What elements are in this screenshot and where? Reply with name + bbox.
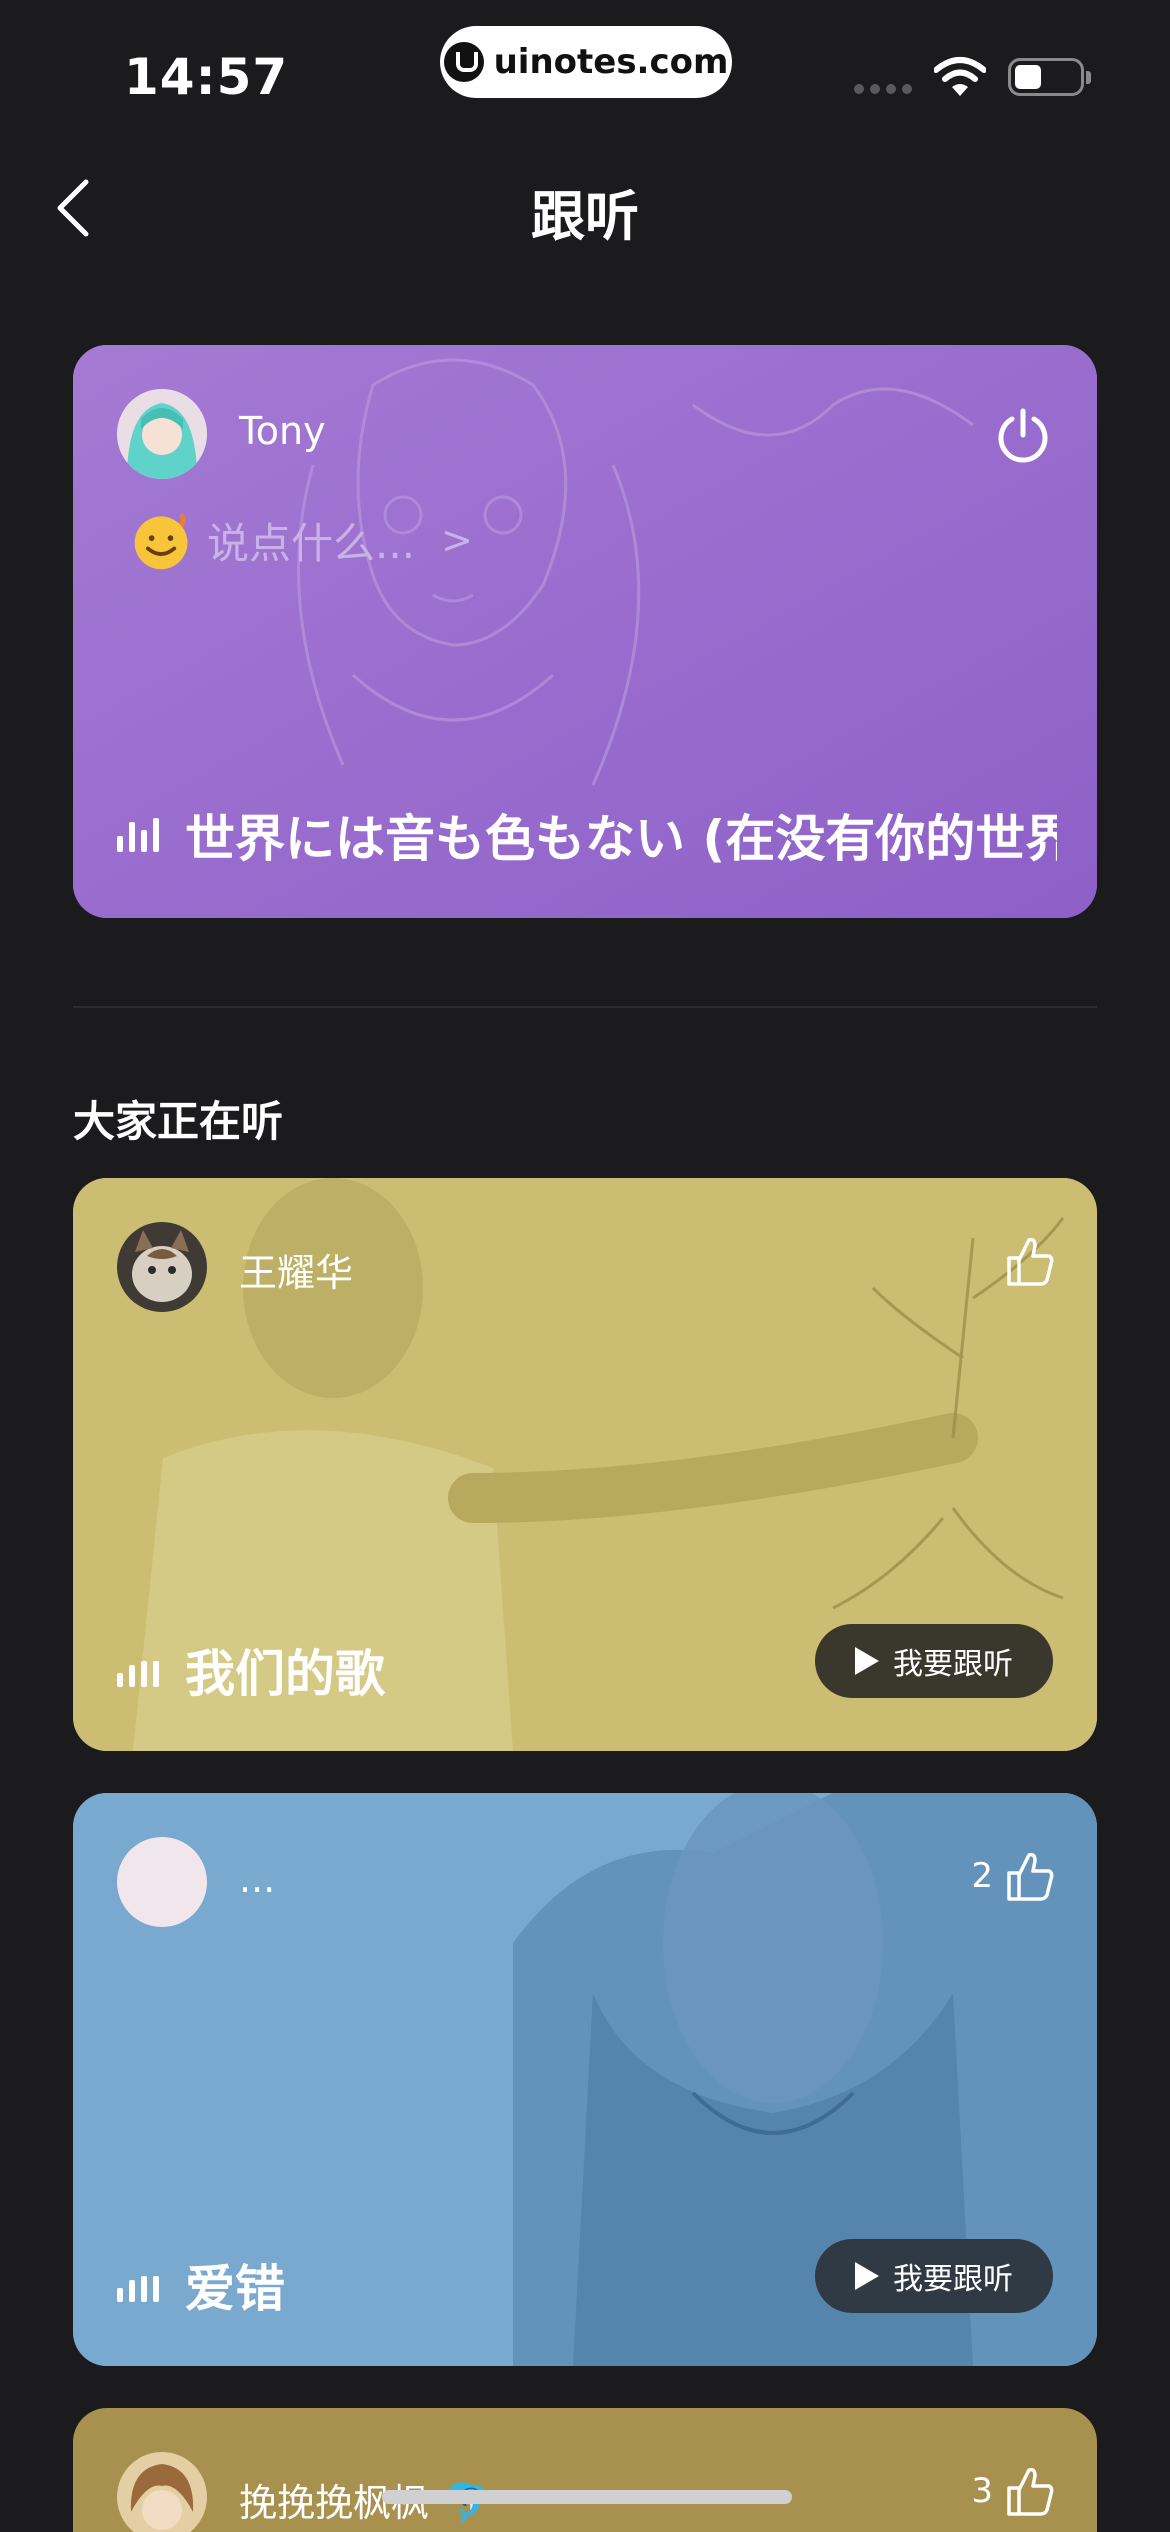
uinotes-logo-icon — [443, 42, 484, 82]
power-icon[interactable] — [993, 405, 1053, 465]
song-title: 爱错 — [185, 2260, 285, 2318]
section-title: 大家正在听 — [73, 1097, 284, 1146]
username: Tony — [239, 409, 326, 453]
song-title: 我们的歌 — [185, 1645, 385, 1703]
play-icon — [855, 1647, 879, 1675]
equalizer-icon — [117, 818, 159, 852]
divider — [73, 1006, 1097, 1008]
like-button[interactable]: 3 — [971, 2464, 1057, 2518]
my-listening-card[interactable]: Tony 说点什么... > 世界には音も色もない (在没有你的世界! — [73, 345, 1097, 918]
like-count: 3 — [971, 2471, 993, 2511]
listener-card[interactable]: 王耀华 我们的歌 我要跟听 — [73, 1178, 1097, 1751]
now-playing-song: 爱错 — [117, 2249, 285, 2321]
avatar[interactable] — [117, 389, 207, 479]
page-title: 跟听 — [531, 185, 639, 248]
avatar[interactable] — [117, 1222, 207, 1312]
cellular-signal-icon — [854, 84, 912, 94]
follow-listen-label: 我要跟听 — [893, 1647, 1013, 1682]
equalizer-icon — [117, 2268, 159, 2302]
watermark-text: uinotes.com — [493, 42, 729, 82]
status-prompt[interactable]: 说点什么... > — [129, 507, 473, 573]
follow-listen-button[interactable]: 我要跟听 — [815, 2239, 1053, 2313]
home-indicator[interactable] — [382, 2490, 792, 2504]
chevron-right-icon: > — [441, 518, 473, 562]
watermark-badge: uinotes.com — [440, 26, 732, 98]
listener-card[interactable]: 挽挽挽枫枫 🐬 3 — [73, 2408, 1097, 2532]
song-title: 世界には音も色もない (在没有你的世界! — [185, 810, 1057, 868]
listener-card[interactable]: ... 2 爱错 我要跟听 — [73, 1793, 1097, 2366]
thumbs-up-icon — [1007, 1852, 1054, 1901]
avatar[interactable] — [117, 1837, 207, 1927]
status-time: 14:57 — [124, 48, 289, 106]
username: 王耀华 — [239, 1251, 354, 1295]
battery-icon — [1008, 58, 1091, 96]
thumbs-up-icon — [1007, 1237, 1054, 1286]
status-prompt-text: 说点什么... — [207, 518, 416, 568]
follow-listen-label: 我要跟听 — [893, 2262, 1013, 2297]
smiley-icon — [134, 513, 188, 570]
now-playing-song: 世界には音も色もない (在没有你的世界! — [117, 799, 1057, 871]
thumbs-up-icon — [1007, 2467, 1054, 2516]
like-button[interactable] — [993, 1234, 1057, 1288]
equalizer-icon — [117, 1653, 159, 1687]
wifi-icon — [934, 57, 986, 96]
play-icon — [855, 2262, 879, 2290]
avatar[interactable] — [117, 2452, 207, 2532]
follow-listen-button[interactable]: 我要跟听 — [815, 1624, 1053, 1698]
now-playing-song: 我们的歌 — [117, 1634, 385, 1706]
like-count: 2 — [971, 1856, 993, 1896]
username: ... — [239, 1857, 276, 1901]
like-button[interactable]: 2 — [971, 1849, 1057, 1903]
